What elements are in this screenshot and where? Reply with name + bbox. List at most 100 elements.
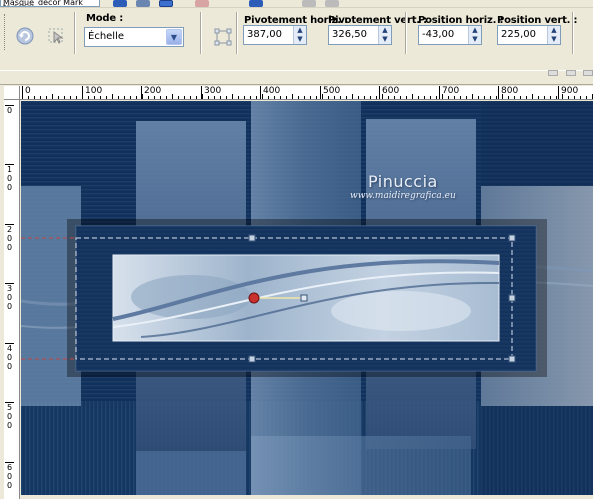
apply-button[interactable]: [45, 25, 67, 47]
ruler-tick: [184, 96, 185, 99]
ruler-tick: [208, 96, 209, 99]
ruler-tick: [520, 96, 521, 99]
ruler-v-label: 400: [5, 343, 14, 371]
ruler-tick: [142, 94, 143, 99]
ruler-tick: [496, 96, 497, 99]
undo-icon: [16, 27, 34, 45]
ruler-tick: [412, 94, 413, 99]
toggle-icon[interactable]: [159, 0, 173, 7]
ruler-h-label: 400: [260, 86, 280, 99]
ruler-tick: [358, 96, 359, 99]
ruler-tick: [436, 96, 437, 99]
refresh-icon[interactable]: [249, 0, 263, 7]
toolbar-grip[interactable]: [4, 14, 7, 50]
ruler-tick: [70, 96, 71, 99]
spinner-arrows[interactable]: ▲ ▼: [293, 26, 306, 44]
arrow-down-icon[interactable]: ▼: [548, 35, 560, 44]
undo-button[interactable]: [14, 25, 36, 47]
ruler-tick: [148, 96, 149, 99]
ruler-tick: [88, 96, 89, 99]
vertical-ruler: 0 100 200 300 400 500 600: [4, 100, 20, 499]
ruler-tick: [268, 96, 269, 99]
toolbar-bottom-edge: [0, 70, 593, 78]
mode-select[interactable]: Échelle ▼: [84, 27, 184, 47]
ruler-tick: [448, 96, 449, 99]
maximize-icon[interactable]: [583, 70, 593, 76]
deform-reset-button[interactable]: [212, 26, 234, 48]
separator: [405, 12, 407, 54]
ruler-tick: [76, 96, 77, 99]
ruler-tick: [430, 96, 431, 99]
play-icon[interactable]: [113, 0, 127, 7]
ruler-tick: [256, 96, 257, 99]
ruler-tick: [46, 96, 47, 99]
restore-icon[interactable]: [566, 70, 576, 76]
cursor-select-icon: [48, 28, 64, 44]
spinner-arrows[interactable]: ▲ ▼: [468, 26, 481, 44]
ruler-tick: [550, 96, 551, 99]
ruler-tick: [292, 94, 293, 99]
ruler-tick: [118, 96, 119, 99]
ruler-tick: [244, 96, 245, 99]
ruler-tick: [94, 96, 95, 99]
ruler-tick: [484, 96, 485, 99]
close-icon[interactable]: [302, 0, 316, 7]
arrow-up-icon[interactable]: ▲: [548, 26, 560, 35]
spinner-arrows[interactable]: ▲ ▼: [547, 26, 560, 44]
ruler-tick: [466, 96, 467, 99]
spinner-arrows[interactable]: ▲ ▼: [378, 26, 391, 44]
ruler-h-label: 0: [22, 86, 31, 99]
minimize-icon[interactable]: [548, 70, 558, 76]
ruler-tick: [316, 96, 317, 99]
ruler-tick: [526, 96, 527, 99]
ruler-tick: [22, 94, 23, 99]
ruler-tick: [562, 94, 563, 99]
ruler-tick: [124, 96, 125, 99]
ruler-corner: [4, 86, 20, 100]
pivot-horiz-value: 387,00: [247, 29, 282, 40]
arrow-down-icon[interactable]: ▼: [379, 35, 391, 44]
reset-icon[interactable]: [195, 0, 209, 7]
ruler-tick: [424, 96, 425, 99]
arrow-up-icon[interactable]: ▲: [469, 26, 481, 35]
ruler-v-label: 500: [5, 402, 14, 430]
ruler-v-label: 600: [5, 462, 14, 490]
ruler-tick: [376, 96, 377, 99]
separator: [74, 12, 76, 54]
chevron-down-icon[interactable]: ▼: [166, 29, 182, 45]
ruler-h-label: 500: [320, 86, 340, 99]
pos-vert-field[interactable]: 225,00 ▲ ▼: [497, 25, 561, 45]
ruler-tick: [514, 96, 515, 99]
arrow-up-icon[interactable]: ▲: [294, 26, 306, 35]
arrow-down-icon[interactable]: ▼: [294, 35, 306, 44]
ruler-tick: [382, 94, 383, 99]
mode-value: Échelle: [88, 31, 125, 42]
ruler-tick: [262, 94, 263, 99]
ruler-tick: [202, 94, 203, 99]
ruler-tick: [304, 96, 305, 99]
arrow-up-icon[interactable]: ▲: [379, 26, 391, 35]
pivot-vert-value: 326,50: [332, 29, 367, 40]
canvas-image[interactable]: Pinuccia www.maidiregrafica.eu: [21, 101, 593, 495]
delete-icon[interactable]: [325, 0, 339, 7]
ruler-tick: [442, 94, 443, 99]
ruler-tick: [196, 96, 197, 99]
ruler-tick: [538, 96, 539, 99]
ruler-v-label: 300: [5, 283, 14, 311]
pivot-vert-field[interactable]: 326,50 ▲ ▼: [328, 25, 392, 45]
ruler-tick: [298, 96, 299, 99]
edit-icon[interactable]: [136, 0, 150, 7]
arrow-down-icon[interactable]: ▼: [469, 35, 481, 44]
ruler-tick: [586, 96, 587, 99]
ruler-tick: [286, 96, 287, 99]
pivot-horiz-field[interactable]: 387,00 ▲ ▼: [243, 25, 307, 45]
file-tab[interactable]: Masque_décor Mark ts.pspm: [0, 0, 100, 7]
pos-horiz-field[interactable]: -43,00 ▲ ▼: [418, 25, 482, 45]
ruler-tick: [544, 96, 545, 99]
ruler-tick: [322, 94, 323, 99]
top-strip: Masque_décor Mark ts.pspm: [0, 0, 593, 8]
ruler-v-label: 100: [5, 164, 14, 192]
ruler-tick: [334, 96, 335, 99]
ruler-tick: [172, 94, 173, 99]
ruler-tick: [214, 96, 215, 99]
